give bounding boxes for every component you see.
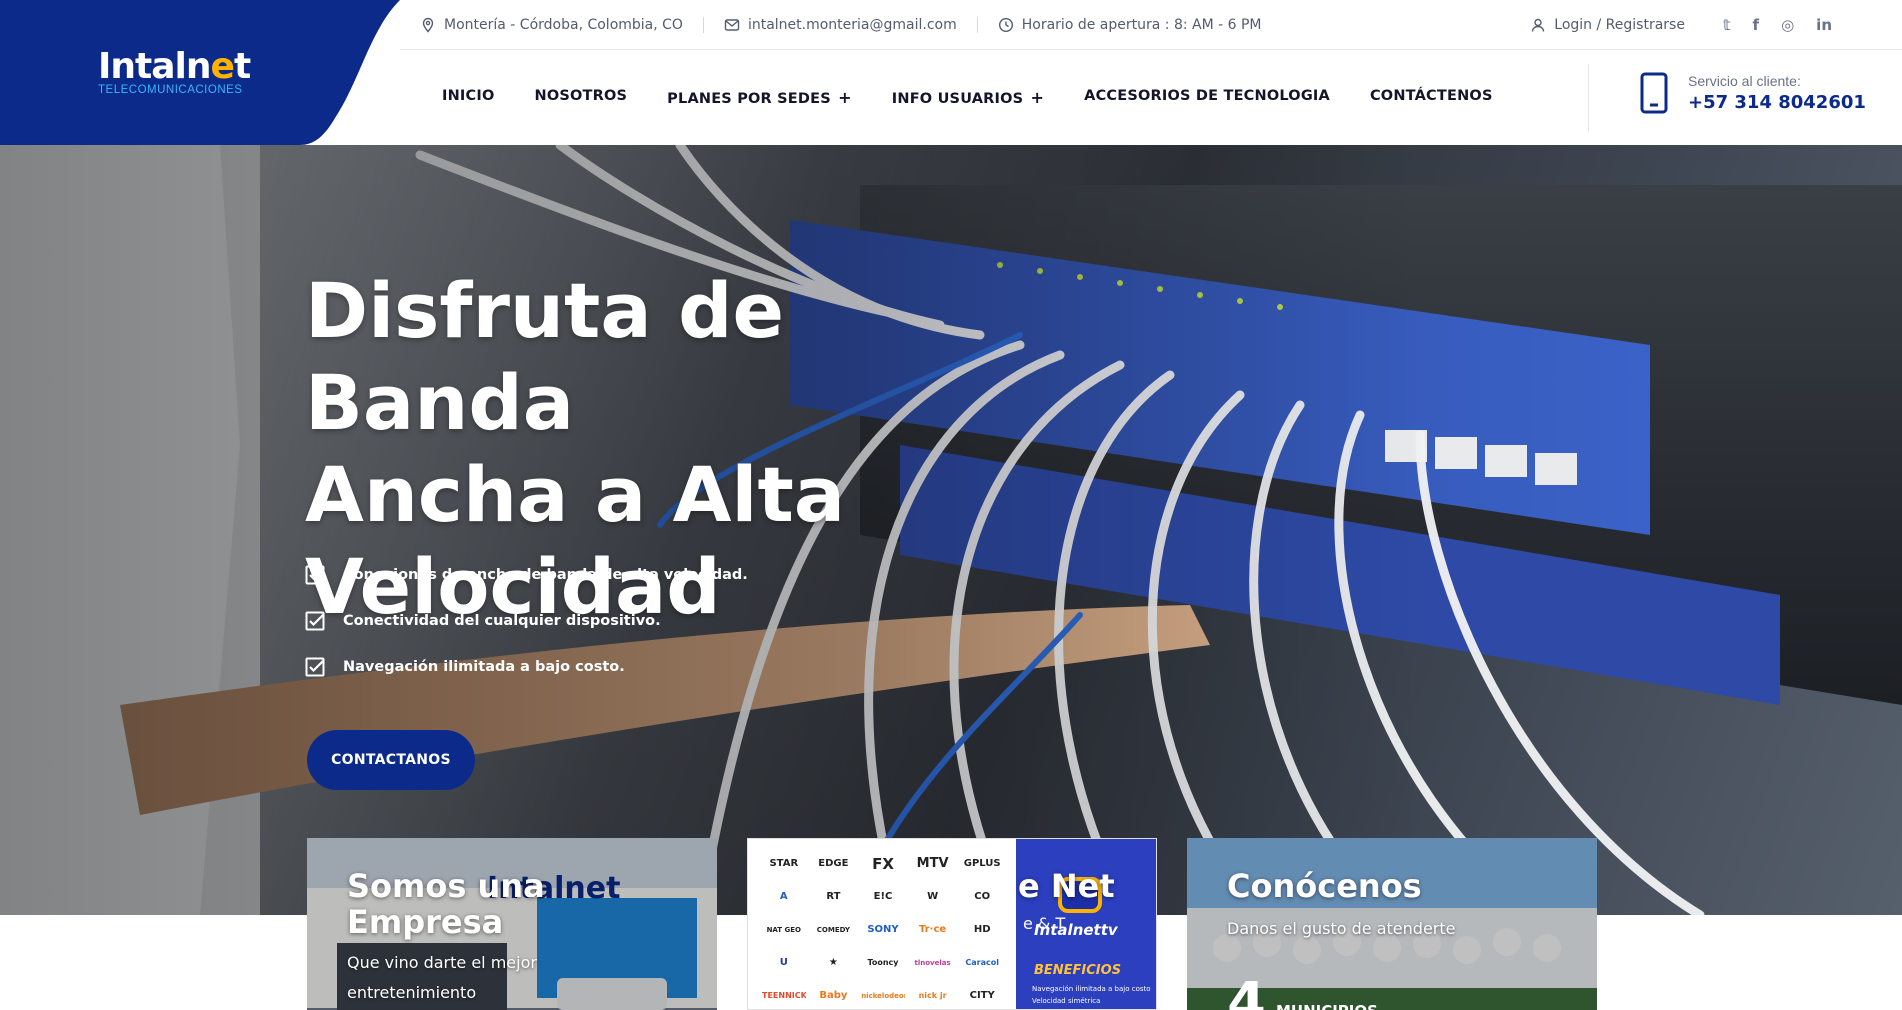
- service-phone[interactable]: +57 314 8042601: [1688, 92, 1866, 113]
- plus-icon: +: [838, 88, 852, 107]
- channel-logo: nickelodeon: [861, 991, 905, 1000]
- channel-logo: COMEDY: [816, 925, 850, 934]
- nav-item-contactenos[interactable]: CONTÁCTENOS: [1350, 88, 1513, 107]
- mobile-phone-icon: [1640, 72, 1668, 114]
- customer-service[interactable]: Servicio al cliente: +57 314 8042601: [1640, 72, 1866, 114]
- checkbox-checked-icon: [305, 565, 325, 585]
- brand-logo[interactable]: Intalnet TELECOMUNICACIONES: [98, 46, 251, 97]
- channel-logo: MTV: [916, 856, 949, 871]
- channel-logo: RT: [826, 891, 841, 902]
- channel-logo: EDGE: [818, 858, 849, 869]
- promo-line: Velocidad simétrica: [1032, 997, 1101, 1005]
- nav-item-accesorios[interactable]: ACCESORIOS DE TECNOLOGIA: [1064, 88, 1350, 107]
- promo-benefits-heading: BENEFICIOS: [1034, 963, 1122, 978]
- hours-info: Horario de apertura : 8: AM - 6 PM: [998, 17, 1262, 33]
- list-item: Navegación ilimitada a bajo costo.: [305, 657, 748, 677]
- feature-card-empresa[interactable]: Intalnet Somos una Empresa Que vino darte…: [307, 838, 717, 1010]
- email-link[interactable]: intalnet.monteria@gmail.com: [748, 17, 957, 33]
- email-info[interactable]: intalnet.monteria@gmail.com: [724, 17, 957, 33]
- channel-logo: FX: [872, 854, 894, 873]
- twitter-icon[interactable]: 𝕥: [1723, 16, 1731, 34]
- promo-line: Navegación ilimitada a bajo costo: [1032, 985, 1151, 993]
- logo-wordmark: Intalnet: [98, 46, 251, 87]
- channel-logo: CO: [974, 891, 991, 902]
- channel-logo: GPLUS: [963, 858, 1001, 869]
- channel-logo: E!C: [873, 891, 893, 902]
- list-item: Conectividad del cualquier dispositivo.: [305, 611, 748, 631]
- channel-logo: TEENNICK: [762, 991, 806, 1000]
- location-text: Montería - Córdoba, Colombia, CO: [444, 16, 683, 33]
- channel-logos-grid: STAR EDGE FX MTV GPLUS A RT E!C W CO NAT…: [748, 839, 1018, 1009]
- nav-menu: INICIO NOSOTROS PLANES POR SEDES + INFO …: [422, 88, 1513, 107]
- checkbox-checked-icon: [305, 657, 325, 677]
- channel-logo: U: [779, 957, 788, 968]
- hero-section: Disfruta de Banda Ancha a Alta Velocidad…: [0, 145, 1902, 915]
- plus-icon: +: [1030, 88, 1045, 107]
- mail-icon: [724, 18, 740, 31]
- user-icon: [1532, 18, 1545, 32]
- hours-text: Horario de apertura : 8: AM - 6 PM: [1021, 16, 1262, 33]
- feature-card-conocenos[interactable]: Conócenos Danos el gusto de atenderte 4 …: [1187, 838, 1597, 1010]
- hero-feature-list: Conexiones de ancho de banda de alta vel…: [305, 565, 748, 677]
- main-navigation: INICIO NOSOTROS PLANES POR SEDES + INFO …: [400, 50, 1902, 145]
- nav-item-planes-por-sedes[interactable]: PLANES POR SEDES +: [647, 88, 872, 107]
- channel-logo: W: [927, 891, 939, 902]
- instagram-icon[interactable]: ◎: [1781, 16, 1794, 34]
- logo-subtitle: TELECOMUNICACIONES: [98, 84, 243, 96]
- social-links: 𝕥 f ◎ in: [1723, 16, 1832, 34]
- channel-logo: A: [779, 891, 788, 902]
- linkedin-icon[interactable]: in: [1816, 16, 1832, 34]
- card-subtitle: e & T: [1023, 914, 1066, 933]
- map-pin-icon: [422, 17, 434, 33]
- checkbox-checked-icon: [305, 611, 325, 631]
- channel-logo: CITY: [969, 990, 995, 1001]
- login-label[interactable]: Login / Registrarse: [1554, 17, 1685, 33]
- channel-logo: ★: [828, 957, 838, 968]
- login-link[interactable]: Login / Registrarse: [1530, 17, 1685, 33]
- stat-number: 4: [1227, 971, 1266, 1010]
- facebook-icon[interactable]: f: [1753, 16, 1760, 34]
- feature-card-tv[interactable]: STAR EDGE FX MTV GPLUS A RT E!C W CO NAT…: [747, 838, 1157, 1010]
- service-label: Servicio al cliente:: [1688, 73, 1801, 89]
- card-title: Conócenos: [1227, 867, 1422, 905]
- channel-logo: NAT GEO: [766, 925, 802, 934]
- nav-item-nosotros[interactable]: NOSOTROS: [515, 88, 648, 107]
- channel-logo: SONY: [867, 924, 899, 935]
- channel-logo: Tooncy: [867, 958, 899, 967]
- nav-item-info-usuarios[interactable]: INFO USUARIOS +: [872, 88, 1064, 107]
- channel-logo: STAR: [769, 858, 799, 869]
- municipios-stat: 4 MUNICIPIOS: [1227, 976, 1378, 1010]
- card-title: Somos una Empresa: [347, 867, 545, 941]
- list-item: Conexiones de ancho de banda de alta vel…: [305, 565, 748, 585]
- channel-logo: nick jr: [918, 991, 947, 1000]
- nav-divider: [1588, 64, 1589, 131]
- channel-logo: tlnovelas: [914, 958, 951, 967]
- channel-logo: HD: [973, 924, 991, 935]
- top-bar: Montería - Córdoba, Colombia, CO intalne…: [400, 0, 1902, 50]
- stat-label: MUNICIPIOS: [1276, 1002, 1378, 1010]
- clock-icon: [998, 17, 1013, 32]
- card-subtitle: Danos el gusto de atenderte: [1227, 919, 1456, 938]
- channel-logo: Baby: [819, 990, 848, 1001]
- channel-logo: Caracol: [965, 958, 999, 967]
- card-title: e Net: [1018, 867, 1115, 905]
- channel-logo: Tr·ce: [919, 924, 947, 935]
- contact-button[interactable]: CONTACTANOS: [307, 730, 475, 790]
- nav-item-inicio[interactable]: INICIO: [422, 88, 515, 107]
- location-info: Montería - Córdoba, Colombia, CO: [420, 17, 683, 33]
- card-subtitle: Que vino darte el mejor entretenimiento: [347, 953, 537, 1002]
